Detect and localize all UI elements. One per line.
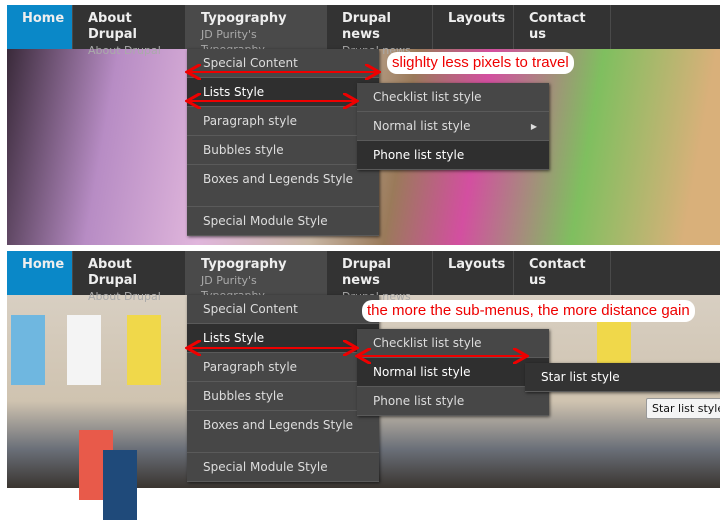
screenshot-panel-bottom: Home About Drupal About Drupal Typography… [7, 251, 720, 520]
distance-arrows [7, 251, 720, 488]
screenshot-panel-top: Home About Drupal About Drupal Typography… [7, 5, 720, 245]
distance-arrows [7, 5, 720, 245]
